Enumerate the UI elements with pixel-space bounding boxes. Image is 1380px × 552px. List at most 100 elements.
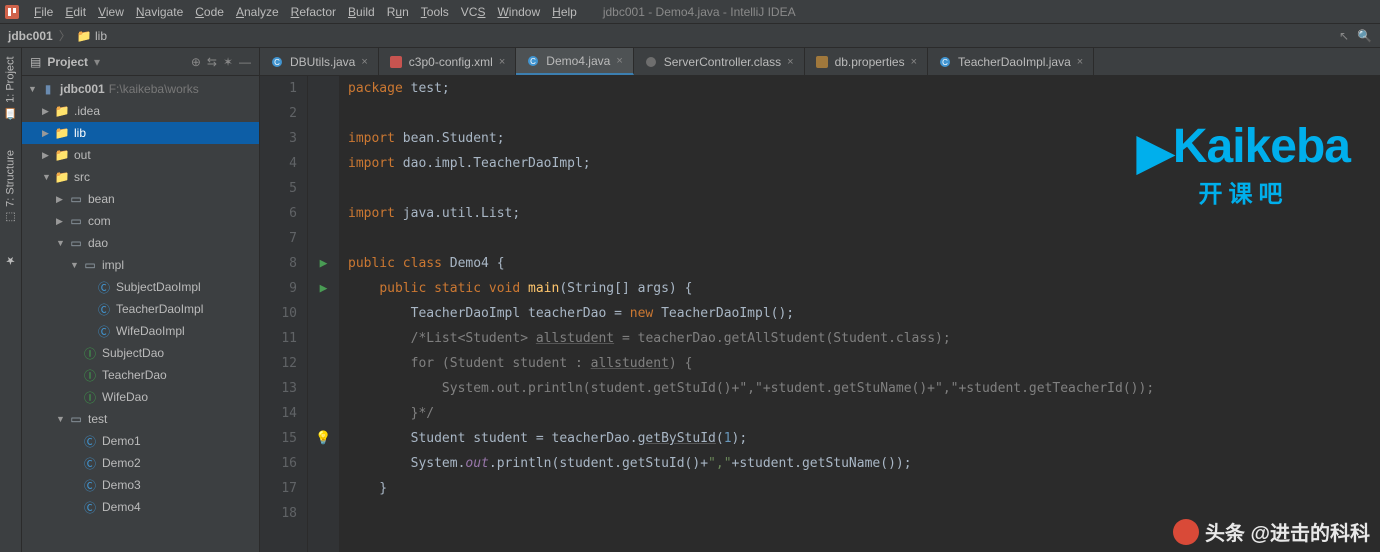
- project-panel: ▤ Project ▾ ⊕ ⇆ ✶ — ▼ ▮ jdbc001 F:\kaike…: [22, 48, 260, 552]
- class-icon: Ⓒ: [82, 455, 98, 472]
- menu-window[interactable]: Window: [491, 3, 546, 21]
- project-tree[interactable]: ▼ ▮ jdbc001 F:\kaikeba\works ▶📁.idea▶📁li…: [22, 76, 259, 520]
- tree-node-subjectdaoimpl[interactable]: ⒸSubjectDaoImpl: [22, 276, 259, 298]
- code-editor[interactable]: 123456789101112131415161718 ▶▶💡 package …: [260, 76, 1380, 552]
- dir-icon: 📁: [54, 126, 70, 140]
- tree-node-demo3[interactable]: ⒸDemo3: [22, 474, 259, 496]
- class-icon: Ⓒ: [96, 301, 112, 318]
- class-icon: Ⓒ: [82, 477, 98, 494]
- pkg-icon: ▭: [68, 236, 84, 250]
- menu-tools[interactable]: Tools: [415, 3, 455, 21]
- expand-all-icon[interactable]: ⇆: [207, 55, 217, 69]
- class-icon: Ⓒ: [96, 323, 112, 340]
- close-tab-icon[interactable]: ×: [787, 56, 793, 68]
- tree-node-demo2[interactable]: ⒸDemo2: [22, 452, 259, 474]
- window-title: jdbc001 - Demo4.java - IntelliJ IDEA: [603, 5, 796, 19]
- file-icon: [815, 55, 829, 69]
- file-icon: [389, 55, 403, 69]
- menu-edit[interactable]: Edit: [59, 3, 92, 21]
- tab-servercontroller-class[interactable]: ServerController.class×: [634, 48, 805, 75]
- navigate-back-icon[interactable]: ↖: [1339, 29, 1349, 43]
- breadcrumb-bar: jdbc001 〉 📁 lib ↖ 🔍: [0, 24, 1380, 48]
- tab-c3p0-config-xml[interactable]: c3p0-config.xml×: [379, 48, 516, 75]
- svg-text:C: C: [530, 57, 536, 66]
- dir-icon: 📁: [54, 104, 70, 118]
- file-icon: C: [270, 55, 284, 69]
- out-icon: 📁: [54, 148, 70, 162]
- tree-node-demo1[interactable]: ⒸDemo1: [22, 430, 259, 452]
- file-icon: C: [526, 54, 540, 68]
- tree-node-lib[interactable]: ▶📁lib: [22, 122, 259, 144]
- gutter-markers[interactable]: ▶▶ 💡: [308, 76, 340, 552]
- menu-file[interactable]: File: [28, 3, 59, 21]
- line-number-gutter: 123456789101112131415161718: [260, 76, 308, 552]
- project-tool-tab[interactable]: 📋 1: Project: [2, 52, 19, 124]
- tree-node-demo4[interactable]: ⒸDemo4: [22, 496, 259, 518]
- tree-node-impl[interactable]: ▼▭impl: [22, 254, 259, 276]
- tree-node-test[interactable]: ▼▭test: [22, 408, 259, 430]
- iface-icon: Ⓘ: [82, 389, 98, 406]
- tree-node-bean[interactable]: ▶▭bean: [22, 188, 259, 210]
- hide-panel-icon[interactable]: —: [239, 55, 251, 69]
- editor-tab-bar: CDBUtils.java×c3p0-config.xml×CDemo4.jav…: [260, 48, 1380, 76]
- svg-text:C: C: [942, 58, 948, 67]
- chevron-down-icon[interactable]: ▾: [94, 55, 100, 69]
- project-view-icon: ▤: [30, 55, 41, 69]
- tree-root[interactable]: ▼ ▮ jdbc001 F:\kaikeba\works: [22, 78, 259, 100]
- tab-dbutils-java[interactable]: CDBUtils.java×: [260, 48, 379, 75]
- tree-node-src[interactable]: ▼📁src: [22, 166, 259, 188]
- class-icon: Ⓒ: [96, 279, 112, 296]
- close-tab-icon[interactable]: ×: [616, 55, 622, 67]
- run-gutter-icon[interactable]: ▶: [320, 251, 328, 276]
- chevron-right-icon: 〉: [59, 27, 71, 44]
- menu-build[interactable]: Build: [342, 3, 381, 21]
- close-tab-icon[interactable]: ×: [1077, 56, 1083, 68]
- select-opened-file-icon[interactable]: ⊕: [191, 55, 201, 69]
- pkg-icon: ▭: [68, 192, 84, 206]
- menu-view[interactable]: View: [92, 3, 130, 21]
- breadcrumb-path[interactable]: 📁 lib: [77, 29, 107, 43]
- gear-icon[interactable]: ✶: [223, 55, 233, 69]
- menu-help[interactable]: Help: [546, 3, 583, 21]
- search-icon[interactable]: 🔍: [1357, 29, 1372, 43]
- tree-node-teacherdao[interactable]: ⒾTeacherDao: [22, 364, 259, 386]
- tree-node-out[interactable]: ▶📁out: [22, 144, 259, 166]
- editor-area: CDBUtils.java×c3p0-config.xml×CDemo4.jav…: [260, 48, 1380, 552]
- attribution-watermark: 头条 @进击的科科: [1173, 517, 1370, 546]
- app-logo-icon: [4, 4, 20, 20]
- tree-node-subjectdao[interactable]: ⒾSubjectDao: [22, 342, 259, 364]
- file-icon: C: [938, 55, 952, 69]
- menu-analyze[interactable]: Analyze: [230, 3, 285, 21]
- tree-node-.idea[interactable]: ▶📁.idea: [22, 100, 259, 122]
- run-gutter-icon[interactable]: ▶: [320, 276, 328, 301]
- breadcrumb-project[interactable]: jdbc001: [8, 29, 53, 43]
- menu-navigate[interactable]: Navigate: [130, 3, 189, 21]
- tree-node-dao[interactable]: ▼▭dao: [22, 232, 259, 254]
- iface-icon: Ⓘ: [82, 367, 98, 384]
- tree-node-wifedao[interactable]: ⒾWifeDao: [22, 386, 259, 408]
- structure-tool-tab[interactable]: ⬚ 7: Structure: [2, 146, 19, 228]
- tab-teacherdaoimpl-java[interactable]: CTeacherDaoImpl.java×: [928, 48, 1094, 75]
- favorites-tool-tab[interactable]: ★: [2, 250, 19, 271]
- project-panel-title[interactable]: Project: [47, 55, 88, 69]
- project-panel-header: ▤ Project ▾ ⊕ ⇆ ✶ —: [22, 48, 259, 76]
- main-menu-bar: FileEditViewNavigateCodeAnalyzeRefactorB…: [0, 0, 1380, 24]
- pkg-icon: ▭: [82, 258, 98, 272]
- avatar-icon: [1173, 519, 1199, 545]
- tree-node-wifedaoimpl[interactable]: ⒸWifeDaoImpl: [22, 320, 259, 342]
- src-icon: 📁: [54, 170, 70, 184]
- tab-db-properties[interactable]: db.properties×: [805, 48, 928, 75]
- close-tab-icon[interactable]: ×: [361, 56, 367, 68]
- menu-vcs[interactable]: VCS: [455, 3, 492, 21]
- tree-node-com[interactable]: ▶▭com: [22, 210, 259, 232]
- tree-node-teacherdaoimpl[interactable]: ⒸTeacherDaoImpl: [22, 298, 259, 320]
- intention-bulb-icon[interactable]: 💡: [315, 426, 331, 451]
- svg-text:C: C: [274, 58, 280, 67]
- menu-run[interactable]: Run: [381, 3, 415, 21]
- close-tab-icon[interactable]: ×: [911, 56, 917, 68]
- menu-code[interactable]: Code: [189, 3, 230, 21]
- pkg-icon: ▭: [68, 412, 84, 426]
- menu-refactor[interactable]: Refactor: [285, 3, 342, 21]
- tab-demo4-java[interactable]: CDemo4.java×: [516, 48, 633, 75]
- close-tab-icon[interactable]: ×: [499, 56, 505, 68]
